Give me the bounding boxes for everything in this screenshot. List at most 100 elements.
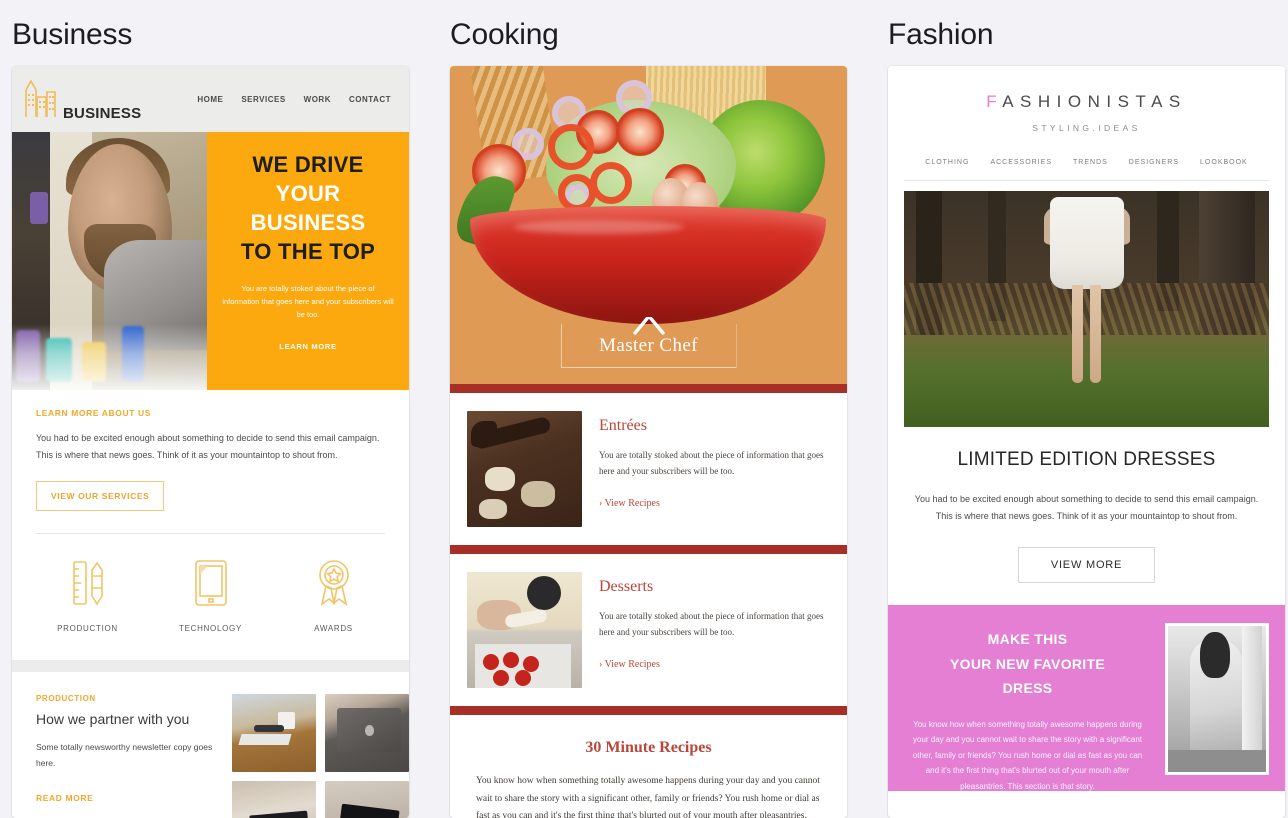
business-hero: WE DRIVE YOUR BUSINESS TO THE TOP You ar… xyxy=(12,132,409,390)
fashion-footer-heading: MAKE THIS YOUR NEW FAVORITE DRESS xyxy=(902,627,1153,701)
business-feature-label-production: PRODUCTION xyxy=(57,624,118,634)
cooking-bottom-heading: 30 Minute Recipes xyxy=(585,739,712,756)
business-nav-item-work[interactable]: WORK xyxy=(304,95,331,104)
business-template-card[interactable]: BUSINESS HOME SERVICES WORK CONTACT WE D… xyxy=(12,66,409,818)
column-title-fashion: Fashion xyxy=(888,18,994,51)
fashion-logo[interactable]: FASHIONISTAS xyxy=(888,92,1285,112)
fashion-footer-line1: MAKE THIS xyxy=(987,631,1068,648)
business-about-kicker: LEARN MORE ABOUT US xyxy=(36,408,151,418)
desserts-view-recipes-link[interactable]: › View Recipes xyxy=(599,659,827,670)
business-feature-label-technology: TECHNOLOGY xyxy=(178,624,242,634)
entrees-photo[interactable] xyxy=(467,411,582,527)
cooking-template-card[interactable]: Master Chef Entrées You are totally stok… xyxy=(450,66,847,818)
business-section-strip xyxy=(12,660,409,673)
read-more-link[interactable]: READ MORE xyxy=(36,793,218,803)
business-nav-menu: HOME SERVICES WORK CONTACT xyxy=(197,95,391,104)
cooking-bottom-section: 30 Minute Recipes You know how when some… xyxy=(450,715,847,818)
business-hero-photo xyxy=(12,132,207,390)
business-footer-text: PRODUCTION How we partner with you Some … xyxy=(36,694,218,818)
fashion-footer-text: MAKE THIS YOUR NEW FAVORITE DRESS You kn… xyxy=(902,623,1153,791)
entrees-heading: Entrées xyxy=(599,417,647,434)
fashion-logo-rest: ASHIONISTAS xyxy=(1002,92,1187,111)
desk-coffee-photo[interactable] xyxy=(232,694,316,773)
desserts-text: Desserts You are totally stoked about th… xyxy=(599,572,827,688)
business-features: PRODUCTION TECHNOLOGY AWARDS xyxy=(12,534,409,633)
award-ribbon-icon xyxy=(272,558,395,608)
business-footer-section: PRODUCTION How we partner with you Some … xyxy=(12,672,409,818)
cooking-section-desserts: Desserts You are totally stoked about th… xyxy=(450,554,847,688)
business-hero-cta: WE DRIVE YOUR BUSINESS TO THE TOP You ar… xyxy=(207,132,409,390)
business-logo[interactable]: BUSINESS xyxy=(20,76,141,123)
entrees-copy: You are totally stoked about the piece o… xyxy=(599,450,824,476)
column-title-business: Business xyxy=(12,18,133,51)
city-buildings-icon xyxy=(20,76,60,123)
fashion-footer-section: MAKE THIS YOUR NEW FAVORITE DRESS You kn… xyxy=(888,605,1285,792)
business-hero-line4: TO THE TOP xyxy=(240,239,376,265)
business-nav-item-contact[interactable]: CONTACT xyxy=(349,95,391,104)
fashion-nav-item-clothing[interactable]: CLOTHING xyxy=(925,159,969,166)
fashion-headline: LIMITED EDITION DRESSES xyxy=(957,449,1216,470)
fashion-footer-line2: YOUR NEW FAVORITE xyxy=(950,655,1105,672)
business-hero-cta-button[interactable]: LEARN MORE xyxy=(279,342,336,351)
cooking-band-2 xyxy=(450,545,847,554)
fashion-nav-item-designers[interactable]: DESIGNERS xyxy=(1129,159,1179,166)
business-feature-production[interactable]: PRODUCTION xyxy=(26,558,149,633)
template-gallery: Business BUSINESS HOME SERVICES WORK CON… xyxy=(0,0,1288,818)
column-fashion: Fashion FASHIONISTAS STYLING.IDEAS CLOTH… xyxy=(888,0,1285,818)
business-feature-technology[interactable]: TECHNOLOGY xyxy=(149,558,272,633)
tablet-icon xyxy=(149,558,272,608)
fashion-footer-copy: You know how when something totally awes… xyxy=(912,719,1143,792)
business-footer-copy: Some totally newsworthy newsletter copy … xyxy=(36,742,213,768)
business-footer-kicker: PRODUCTION xyxy=(36,694,96,704)
cooking-hero-image: Master Chef xyxy=(450,66,847,384)
cooking-band-1 xyxy=(450,384,847,393)
business-hero-heading: WE DRIVE YOUR BUSINESS TO THE TOP xyxy=(241,150,375,266)
desserts-photo[interactable] xyxy=(467,572,582,688)
fashion-nav-item-trends[interactable]: TRENDS xyxy=(1073,159,1108,166)
fashion-nav-divider xyxy=(904,180,1269,181)
tablet-photo-1[interactable] xyxy=(232,781,316,818)
fashion-logo-initial: F xyxy=(986,92,1003,111)
business-nav-item-home[interactable]: HOME xyxy=(197,95,223,104)
entrees-text: Entrées You are totally stoked about the… xyxy=(599,411,827,527)
fashion-nav: CLOTHING ACCESSORIES TRENDS DESIGNERS LO… xyxy=(888,159,1285,180)
cooking-section-entrees: Entrées You are totally stoked about the… xyxy=(450,393,847,527)
business-navbar: BUSINESS HOME SERVICES WORK CONTACT xyxy=(12,66,409,132)
ruler-pencil-icon xyxy=(26,558,149,608)
fashion-copy: You had to be excited enough about somet… xyxy=(914,494,1259,522)
fashion-footer-line3: DRESS xyxy=(1002,680,1053,697)
cooking-logo[interactable]: Master Chef xyxy=(560,317,737,368)
desserts-heading: Desserts xyxy=(599,578,654,595)
cooking-band-3 xyxy=(450,706,847,715)
fashion-template-card[interactable]: FASHIONISTAS STYLING.IDEAS CLOTHING ACCE… xyxy=(888,66,1285,818)
woman-white-dress-forest-photo[interactable] xyxy=(904,191,1269,427)
column-cooking: Cooking Master Chef Entrées You are tota… xyxy=(450,0,847,818)
business-hero-line2: YOUR xyxy=(275,181,341,207)
model-long-dress-photo[interactable] xyxy=(1165,623,1269,776)
business-hero-line1: WE DRIVE xyxy=(252,152,364,177)
column-title-cooking: Cooking xyxy=(450,18,559,51)
business-nav-item-services[interactable]: SERVICES xyxy=(241,95,285,104)
fashion-header: FASHIONISTAS STYLING.IDEAS CLOTHING ACCE… xyxy=(888,66,1285,181)
entrees-view-recipes-link[interactable]: › View Recipes xyxy=(599,498,827,509)
fashion-nav-item-lookbook[interactable]: LOOKBOOK xyxy=(1200,159,1248,166)
business-hero-subtext: You are totally stoked about the piece o… xyxy=(222,284,394,320)
cooking-logo-frame: Master Chef xyxy=(560,317,737,368)
column-business: Business BUSINESS HOME SERVICES WORK CON… xyxy=(12,0,409,818)
business-logo-text: BUSINESS xyxy=(63,104,142,122)
business-feature-label-awards: AWARDS xyxy=(314,624,353,634)
business-footer-thumbnails xyxy=(232,694,409,818)
fashion-main-section: LIMITED EDITION DRESSES You had to be ex… xyxy=(888,427,1285,584)
cooking-bottom-copy: You know how when something totally awes… xyxy=(476,776,820,818)
view-more-button[interactable]: VIEW MORE xyxy=(1017,547,1156,584)
business-feature-awards[interactable]: AWARDS xyxy=(272,558,395,633)
fashion-nav-item-accessories[interactable]: ACCESSORIES xyxy=(990,159,1052,166)
business-about-copy: You had to be excited enough about somet… xyxy=(36,433,380,460)
desserts-copy: You are totally stoked about the piece o… xyxy=(599,611,824,637)
macbook-photo[interactable] xyxy=(325,694,409,773)
business-hero-line3: BUSINESS xyxy=(250,210,366,236)
business-footer-title: How we partner with you xyxy=(36,711,190,728)
tablet-photo-2[interactable] xyxy=(325,781,409,818)
view-our-services-button[interactable]: VIEW OUR SERVICES xyxy=(36,481,165,512)
fashion-tagline: STYLING.IDEAS xyxy=(1032,123,1141,133)
